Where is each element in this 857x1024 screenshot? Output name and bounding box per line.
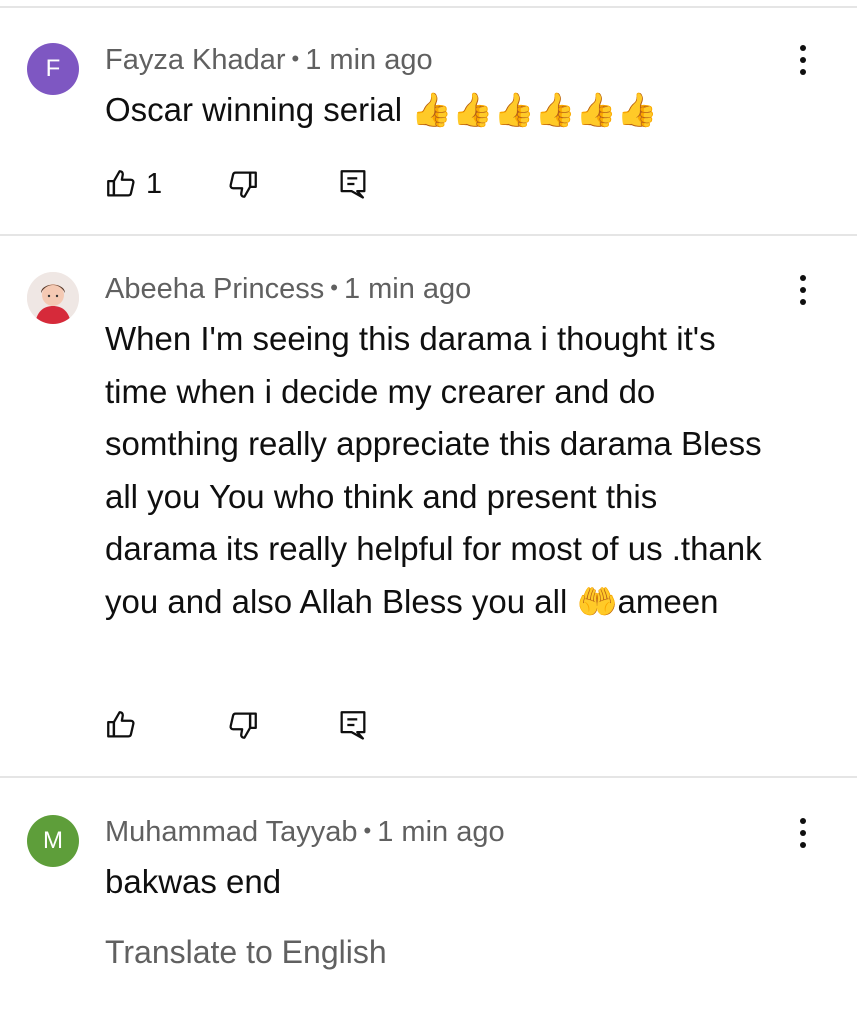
more-vert-icon [800, 275, 806, 281]
thumbs-down-icon [229, 171, 257, 198]
translate-link[interactable]: Translate to English [105, 934, 387, 971]
thumbs-up-icon [107, 711, 135, 738]
separator-dot: • [330, 275, 338, 300]
reply-icon [340, 711, 366, 740]
comment-header: Muhammad Tayyab • 1 min ago [105, 816, 505, 849]
separator-dot: • [291, 46, 300, 71]
comment-time: 1 min ago [305, 44, 433, 76]
author-name[interactable]: Fayza Khadar [105, 44, 286, 76]
avatar-letter: F [45, 55, 61, 82]
comment-header: Fayza Khadar • 1 min ago [105, 44, 433, 77]
more-options-button[interactable] [788, 813, 818, 853]
thumbs-up-icon [107, 170, 135, 197]
avatar-letter: M [43, 827, 63, 854]
avatar[interactable]: M [27, 815, 79, 867]
avatar[interactable] [27, 272, 79, 324]
thumbs-down-icon [229, 712, 257, 739]
comment-divider [0, 776, 857, 778]
comment-divider [0, 234, 857, 236]
dislike-button[interactable] [226, 162, 260, 206]
top-divider [0, 6, 857, 8]
comment-time: 1 min ago [343, 273, 472, 305]
author-name[interactable]: Abeeha Princess [105, 273, 324, 305]
separator-dot: • [363, 818, 372, 843]
more-vert-icon [800, 45, 806, 51]
comment-text: bakwas end [105, 863, 282, 900]
comment-text: Oscar winning serial 👍👍👍👍👍👍 [105, 91, 658, 128]
reply-icon [340, 170, 366, 199]
more-options-button[interactable] [788, 270, 818, 310]
dislike-button[interactable] [226, 703, 260, 747]
comment-header: Abeeha Princess • 1 min ago [105, 273, 471, 306]
comment-text: When I'm seeing this darama i thought it… [105, 320, 762, 620]
more-vert-icon [800, 818, 806, 824]
comment-time: 1 min ago [377, 816, 505, 848]
avatar-photo [27, 272, 79, 324]
reply-button[interactable] [336, 703, 370, 747]
like-button[interactable]: 1 [104, 162, 162, 206]
more-options-button[interactable] [788, 40, 818, 80]
reply-button[interactable] [336, 162, 370, 206]
avatar[interactable]: F [27, 43, 79, 95]
like-count: 1 [146, 167, 163, 200]
author-name[interactable]: Muhammad Tayyab [105, 816, 358, 848]
like-button[interactable] [104, 703, 146, 747]
